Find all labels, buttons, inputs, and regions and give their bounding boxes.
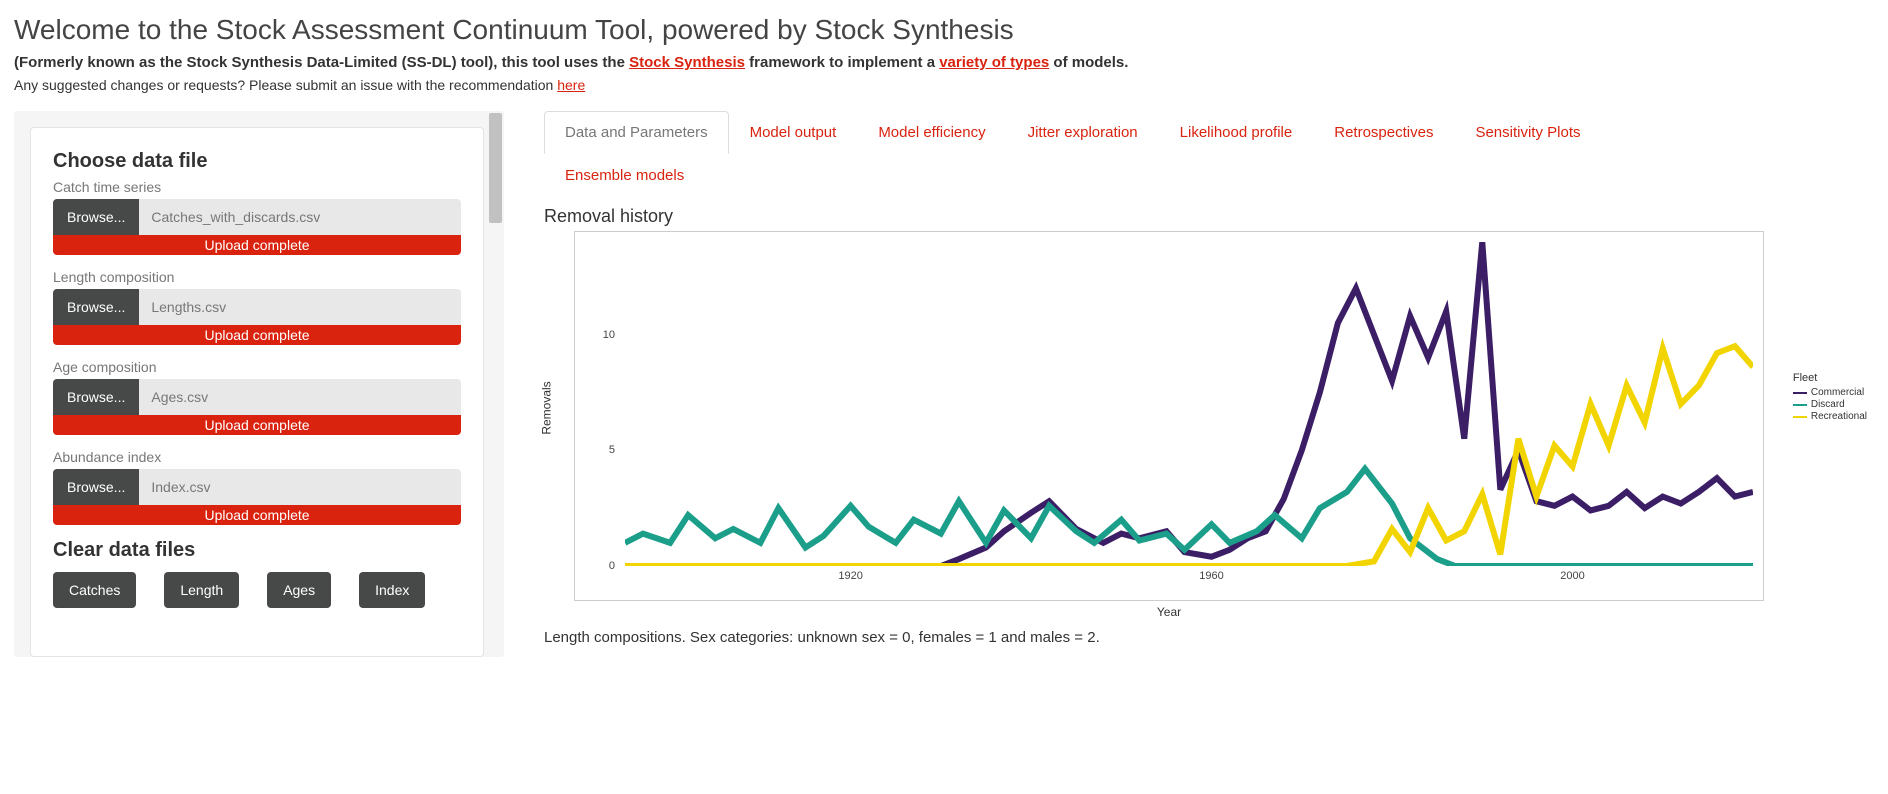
upload-status-length: Upload complete [53,325,461,345]
legend-swatch [1793,392,1807,394]
legend-item: Commercial [1793,387,1867,398]
tab-likelihood-profile[interactable]: Likelihood profile [1159,111,1314,154]
tab-sensitivity-plots[interactable]: Sensitivity Plots [1454,111,1601,154]
browse-button-catch[interactable]: Browse... [53,199,139,235]
x-ticks: 192019602000 [625,570,1753,586]
browse-button-index[interactable]: Browse... [53,469,139,505]
legend-title: Fleet [1793,372,1867,384]
tab-ensemble-models[interactable]: Ensemble models [544,154,705,197]
clear-data-title: Clear data files [53,539,461,562]
clear-index-button[interactable]: Index [359,572,425,608]
field-catch: Catch time series Browse... Catches_with… [53,179,461,255]
clear-length-button[interactable]: Length [164,572,239,608]
upload-status-index: Upload complete [53,505,461,525]
suggest-line: Any suggested changes or requests? Pleas… [14,77,1874,93]
tab-data-and-parameters[interactable]: Data and Parameters [544,111,729,154]
legend-swatch [1793,416,1807,418]
tab-model-output[interactable]: Model output [729,111,858,154]
y-ticks: 0510 [575,242,621,566]
tab-model-efficiency[interactable]: Model efficiency [857,111,1006,154]
legend-swatch [1793,404,1807,406]
tab-jitter-exploration[interactable]: Jitter exploration [1007,111,1159,154]
sidebar-scrollbar[interactable] [489,113,502,639]
clear-ages-button[interactable]: Ages [267,572,331,608]
choose-data-title: Choose data file [53,150,461,173]
legend-label: Discard [1811,399,1845,410]
sidebar-panel: Choose data file Catch time series Brows… [14,111,504,657]
legend-item: Recreational [1793,411,1867,422]
upload-status-catch: Upload complete [53,235,461,255]
chart-legend: Fleet CommercialDiscardRecreational [1793,372,1867,423]
field-length: Length composition Browse... Lengths.csv… [53,269,461,345]
field-label: Catch time series [53,179,461,195]
chart-title: Removal history [544,206,1874,227]
field-index: Abundance index Browse... Index.csv Uplo… [53,449,461,525]
field-age: Age composition Browse... Ages.csv Uploa… [53,359,461,435]
file-name-length: Lengths.csv [139,289,461,325]
page-title: Welcome to the Stock Assessment Continuu… [14,14,1874,46]
field-label: Age composition [53,359,461,375]
length-comp-caption: Length compositions. Sex categories: unk… [544,629,1874,646]
link-here[interactable]: here [557,77,585,93]
tab-retrospectives[interactable]: Retrospectives [1313,111,1454,154]
tab-bar: Data and Parameters Model output Model e… [544,111,1874,198]
clear-catches-button[interactable]: Catches [53,572,136,608]
field-label: Length composition [53,269,461,285]
y-axis-label: Removals [540,381,554,434]
page-subtitle: (Formerly known as the Stock Synthesis D… [14,54,1874,71]
link-stock-synthesis[interactable]: Stock Synthesis [629,54,745,71]
scroll-thumb[interactable] [489,113,502,223]
link-variety-of-types[interactable]: variety of types [939,54,1049,71]
browse-button-length[interactable]: Browse... [53,289,139,325]
legend-item: Discard [1793,399,1867,410]
browse-button-age[interactable]: Browse... [53,379,139,415]
x-axis-label: Year [574,605,1764,619]
file-name-age: Ages.csv [139,379,461,415]
upload-status-age: Upload complete [53,415,461,435]
removal-history-chart: 0510 192019602000 Fleet CommercialDiscar… [574,231,1764,601]
file-name-index: Index.csv [139,469,461,505]
field-label: Abundance index [53,449,461,465]
legend-label: Recreational [1811,411,1867,422]
file-name-catch: Catches_with_discards.csv [139,199,461,235]
legend-label: Commercial [1811,387,1864,398]
